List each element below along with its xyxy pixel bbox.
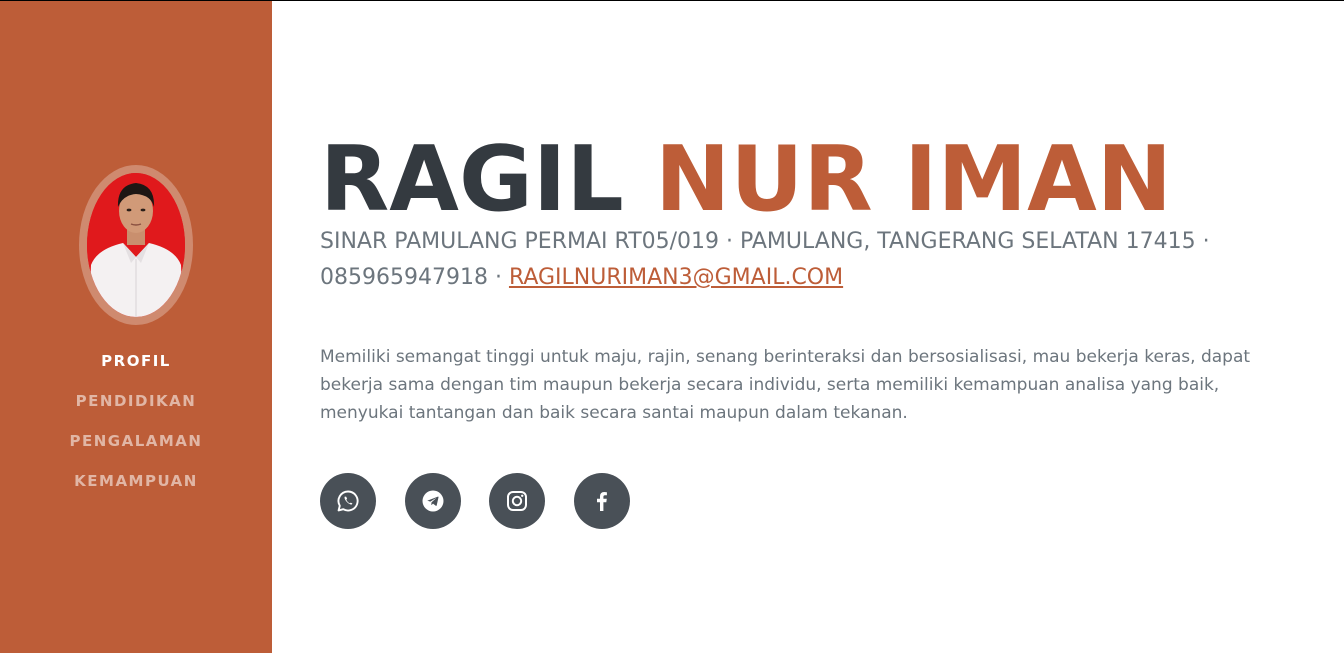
page-title: RAGIL NUR IMAN xyxy=(320,128,1172,232)
instagram-icon xyxy=(507,491,527,511)
instagram-button[interactable] xyxy=(489,473,545,529)
nav-item-kemampuan[interactable]: KEMAMPUAN xyxy=(0,461,272,501)
whatsapp-button[interactable] xyxy=(320,473,376,529)
telegram-icon xyxy=(422,490,443,512)
avatar xyxy=(87,173,185,317)
social-icons xyxy=(320,473,658,529)
nav-item-pendidikan[interactable]: PENDIDIKAN xyxy=(0,381,272,421)
first-name: RAGIL xyxy=(320,127,624,232)
telegram-button[interactable] xyxy=(404,473,461,529)
profile-summary: Memiliki semangat tinggi untuk maju, raj… xyxy=(320,347,1251,423)
sidebar: PROFIL PENDIDIKAN PENGALAMAN KEMAMPUAN xyxy=(0,1,272,653)
last-name: NUR IMAN xyxy=(655,127,1173,232)
sidebar-nav: PROFIL PENDIDIKAN PENGALAMAN KEMAMPUAN xyxy=(0,341,272,501)
email-link[interactable]: RAGILNURIMAN3@GMAIL.COM xyxy=(509,265,843,290)
facebook-button[interactable] xyxy=(573,473,630,529)
contact-info: SINAR PAMULANG PERMAI RT05/019 · PAMULAN… xyxy=(320,224,1280,296)
avatar-frame xyxy=(79,165,193,325)
profile-photo xyxy=(87,173,185,317)
whatsapp-icon xyxy=(337,490,359,512)
address-text: SINAR PAMULANG PERMAI RT05/019 · PAMULAN… xyxy=(320,229,1210,254)
nav-item-profil[interactable]: PROFIL xyxy=(0,341,272,381)
main-content: RAGIL NUR IMAN SINAR PAMULANG PERMAI RT0… xyxy=(320,0,1300,653)
facebook-icon xyxy=(596,492,607,511)
nav-item-pengalaman[interactable]: PENGALAMAN xyxy=(0,421,272,461)
phone-text: 085965947918 · xyxy=(320,265,502,290)
